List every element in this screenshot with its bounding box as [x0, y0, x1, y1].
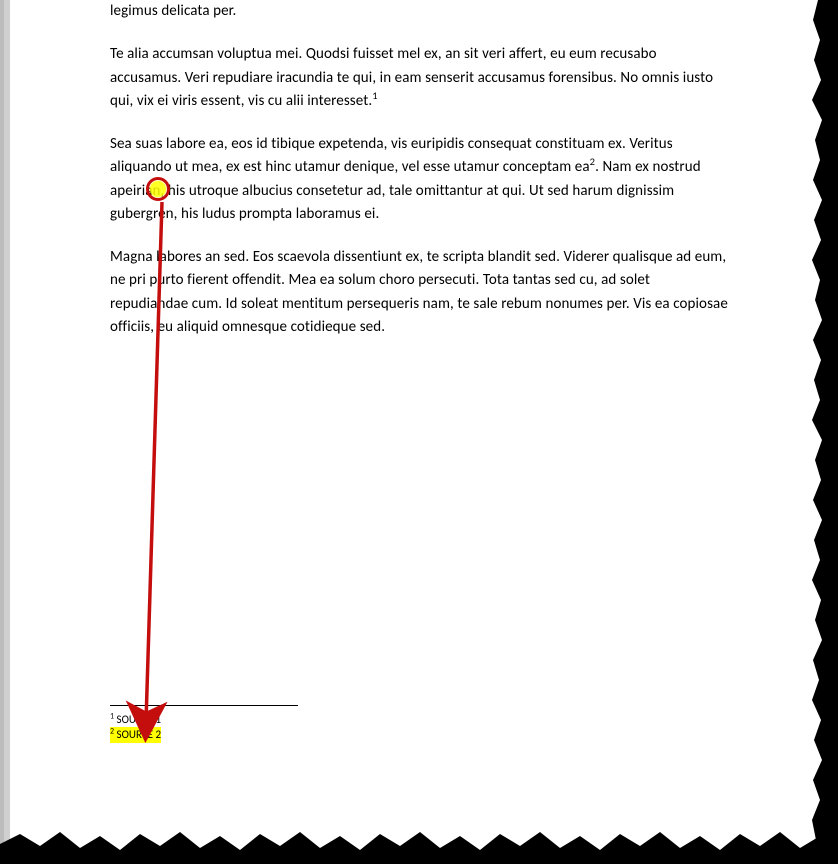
document-page: legimus delicata per. Te alia accumsan v… [4, 0, 830, 855]
paragraph-2: Sea suas labore ea, eos id tibique expet… [110, 133, 730, 226]
footnote-area: 1 SOURCE 1 2 SOURCE 2 [110, 712, 161, 743]
footnote-1-text: SOURCE 1 [114, 713, 161, 726]
document-body: legimus delicata per. Te alia accumsan v… [110, 0, 730, 359]
paragraph-1-text: Te alia accumsan voluptua mei. Quodsi fu… [110, 45, 713, 110]
footnote-2[interactable]: 2 SOURCE 2 [110, 727, 161, 742]
footnote-separator [110, 705, 298, 706]
footnote-ref-1[interactable]: 1 [372, 89, 377, 102]
paragraph-3-text: Magna labores an sed. Eos scaevola disse… [110, 248, 728, 336]
paragraph-0-text: legimus delicata per. [110, 2, 236, 20]
paragraph-1: Te alia accumsan voluptua mei. Quodsi fu… [110, 43, 730, 113]
paragraph-0: legimus delicata per. [110, 0, 730, 23]
paragraph-2-text-a: Sea suas labore ea, eos id tibique expet… [110, 135, 673, 176]
footnote-2-text: SOURCE 2 [114, 728, 161, 741]
paragraph-3: Magna labores an sed. Eos scaevola disse… [110, 246, 730, 339]
footnote-1[interactable]: 1 SOURCE 1 [110, 712, 161, 727]
